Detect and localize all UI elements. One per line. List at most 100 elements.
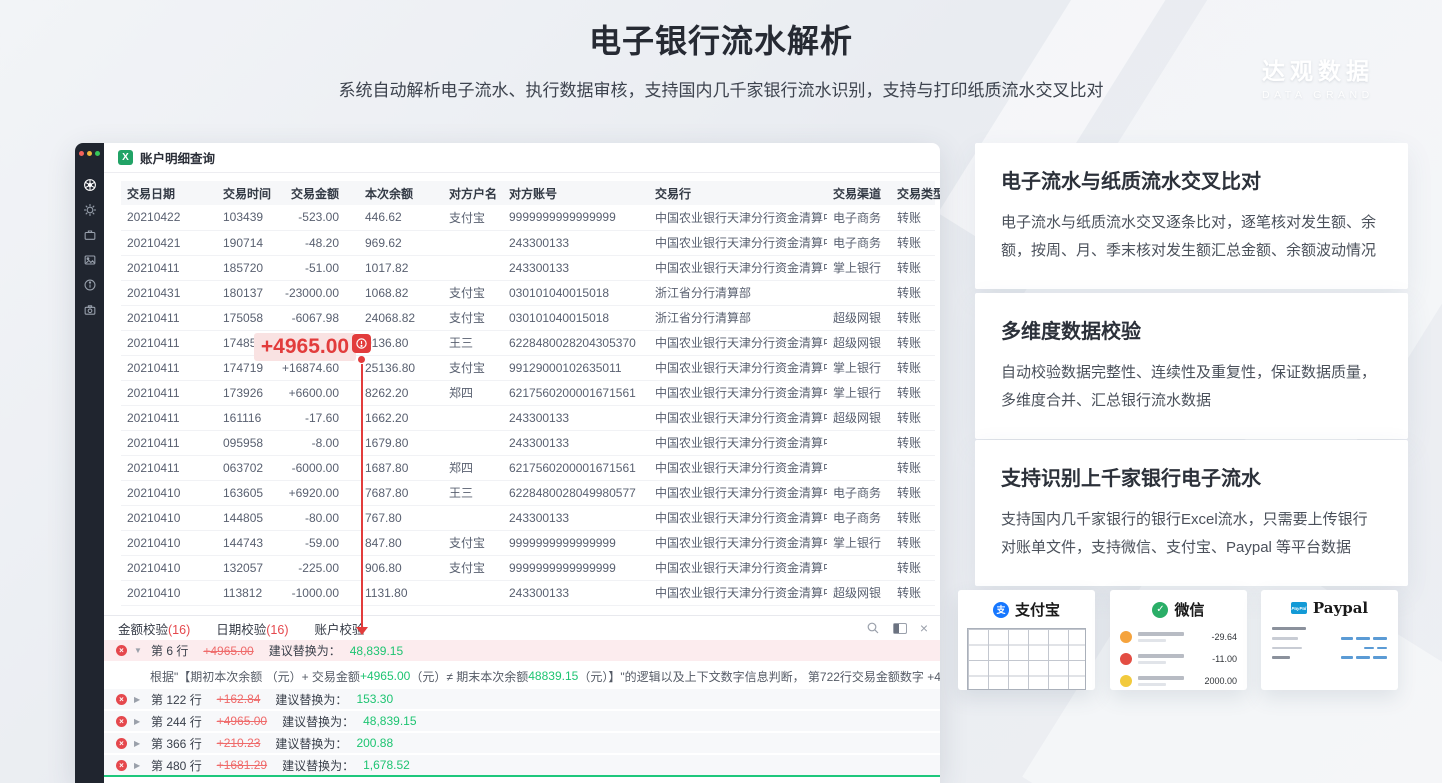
panel-layout-icon[interactable]	[893, 623, 907, 634]
table-cell: -17.60	[275, 405, 359, 430]
table-cell: 20210411	[121, 405, 217, 430]
wechat-icon: ✓	[1152, 602, 1168, 618]
table-cell: -23000.00	[275, 280, 359, 305]
table-cell: 转账	[891, 405, 935, 430]
issue-detail-text: 根据"【期初本次余额 （元）+ 交易金额 +4965.00 （元）≠ 期末本次余…	[104, 663, 940, 689]
column-header: 交易日期	[121, 181, 217, 205]
table-cell: 8262.20	[359, 380, 443, 405]
wechat-amount: 2000.00	[1204, 676, 1237, 686]
issue-new-value: 200.88	[356, 736, 393, 750]
table-row[interactable]: 20210410144743-59.00847.80支付宝99999999999…	[121, 530, 935, 555]
table-cell: -523.00	[275, 205, 359, 230]
error-icon: ×	[116, 760, 127, 771]
table-cell: -80.00	[275, 505, 359, 530]
table-header-row: 交易日期交易时间交易金额本次余额对方户名对方账号交易行交易渠道交易类型	[121, 181, 935, 205]
brand-logo: 达观数据 DATA GRAND	[1262, 52, 1374, 101]
brand-logo-en: DATA GRAND	[1262, 89, 1374, 101]
table-row[interactable]: 20210410132057-225.00906.80支付宝9999999999…	[121, 555, 935, 580]
table-cell: 支付宝	[443, 305, 503, 330]
table-cell: 6228480028049980577	[503, 480, 649, 505]
table-row[interactable]: 20210411185720-51.001017.82243300133中国农业…	[121, 255, 935, 280]
nav-gear-icon[interactable]	[83, 203, 97, 217]
table-cell: -225.00	[275, 555, 359, 580]
issue-row[interactable]: ×▶第 122 行+162.84建议替换为：153.30	[104, 689, 940, 709]
issue-row[interactable]: ×▼第 6 行+4965.00建议替换为：48,839.15	[104, 640, 940, 661]
table-cell: 20210411	[121, 305, 217, 330]
table-cell: 6228480028204305370	[503, 330, 649, 355]
nav-camera-icon[interactable]	[83, 303, 97, 317]
tab-date-check[interactable]: 日期校验(16)	[216, 619, 288, 638]
table-row[interactable]: 20210411063702-6000.001687.80郑四621756020…	[121, 455, 935, 480]
issue-line-label: 第 122 行	[151, 691, 202, 708]
validation-panel: 金额校验(16) 日期校验(16) 账户校验 × ×▼第 6 行+4965.00…	[104, 615, 940, 783]
table-cell: 144743	[217, 530, 275, 555]
table-row[interactable]: 20210410113812-1000.001131.80243300133中国…	[121, 580, 935, 605]
table-cell	[443, 255, 503, 280]
column-header: 交易渠道	[827, 181, 891, 205]
table-cell: 1068.82	[359, 280, 443, 305]
caret-right-icon[interactable]: ▶	[134, 695, 144, 704]
table-cell: 中国农业银行天津分行资金清算中心	[649, 580, 827, 605]
caret-right-icon[interactable]: ▶	[134, 761, 144, 770]
error-icon: ×	[116, 716, 127, 727]
column-header: 交易类型	[891, 181, 935, 205]
search-icon[interactable]	[866, 621, 880, 635]
table-row[interactable]: 20210421190714-48.20969.62243300133中国农业银…	[121, 230, 935, 255]
error-icon: ×	[116, 645, 127, 656]
table-cell: 支付宝	[443, 555, 503, 580]
nav-image-icon[interactable]	[83, 253, 97, 267]
nav-info-icon[interactable]	[83, 278, 97, 292]
table-row[interactable]: 20210411173926+6600.008262.20郑四621756020…	[121, 380, 935, 405]
table-cell: 中国农业银行天津分行资金清算中心	[649, 505, 827, 530]
issue-line-label: 第 366 行	[151, 735, 202, 752]
table-cell: 180137	[217, 280, 275, 305]
nav-briefcase-icon[interactable]	[83, 228, 97, 242]
table-row[interactable]: 20210422103439-523.00446.62支付宝9999999999…	[121, 205, 935, 230]
app-sidebar	[75, 143, 104, 783]
issue-new-value: 153.30	[356, 692, 393, 706]
table-cell: 9999999999999999	[503, 555, 649, 580]
table-row[interactable]: 20210411095958-8.001679.80243300133中国农业银…	[121, 430, 935, 455]
caret-right-icon[interactable]: ▶	[134, 717, 144, 726]
caret-down-icon[interactable]: ▼	[134, 646, 144, 655]
table-cell: 掌上银行	[827, 530, 891, 555]
table-cell: 郑四	[443, 380, 503, 405]
table-row[interactable]: 20210410144805-80.00767.80243300133中国农业银…	[121, 505, 935, 530]
alert-badge-icon	[352, 334, 371, 353]
table-row[interactable]: 20210411175058-6067.9824068.82支付宝0301010…	[121, 305, 935, 330]
close-window-dot[interactable]	[79, 151, 84, 156]
table-cell: 掌上银行	[827, 355, 891, 380]
table-cell: 132057	[217, 555, 275, 580]
window-controls	[79, 151, 100, 156]
caret-right-icon[interactable]: ▶	[134, 739, 144, 748]
table-cell: 243300133	[503, 405, 649, 430]
paypal-icon: PayPal	[1291, 602, 1307, 614]
minimize-window-dot[interactable]	[87, 151, 92, 156]
window-titlebar: X 账户明细查询	[104, 143, 940, 173]
nav-wheel-icon[interactable]	[83, 178, 97, 192]
platform-name: Paypal	[1313, 599, 1368, 617]
table-row[interactable]: 20210411161116-17.601662.20243300133中国农业…	[121, 405, 935, 430]
table-cell: 电子商务	[827, 230, 891, 255]
platform-name: 支付宝	[1015, 599, 1060, 620]
issue-row[interactable]: ×▶第 366 行+210.23建议替换为：200.88	[104, 733, 940, 753]
issue-row[interactable]: ×▶第 244 行+4965.00建议替换为：48,839.15	[104, 711, 940, 731]
table-cell: 转账	[891, 330, 935, 355]
close-icon[interactable]: ×	[920, 621, 928, 635]
issue-old-value: +4965.00	[217, 714, 267, 728]
table-cell: 超级网银	[827, 580, 891, 605]
table-row[interactable]: 20210431180137-23000.001068.82支付宝0301010…	[121, 280, 935, 305]
table-row[interactable]: 202104111748500136.80王三62284800282043053…	[121, 330, 935, 355]
maximize-window-dot[interactable]	[95, 151, 100, 156]
table-cell: 161116	[217, 405, 275, 430]
table-row[interactable]: 20210410163605+6920.007687.80王三622848002…	[121, 480, 935, 505]
issue-new-value: 1,678.52	[363, 758, 410, 772]
table-cell: 243300133	[503, 505, 649, 530]
issue-row[interactable]: ×▶第 480 行+1681.29建议替换为：1,678.52	[104, 755, 940, 775]
table-cell: 转账	[891, 430, 935, 455]
table-cell: 转账	[891, 255, 935, 280]
table-cell: 超级网银	[827, 330, 891, 355]
table-cell: 1017.82	[359, 255, 443, 280]
tab-amount-check[interactable]: 金额校验(16)	[118, 619, 190, 638]
table-row[interactable]: 20210411174719+16874.6025136.80支付宝991290…	[121, 355, 935, 380]
